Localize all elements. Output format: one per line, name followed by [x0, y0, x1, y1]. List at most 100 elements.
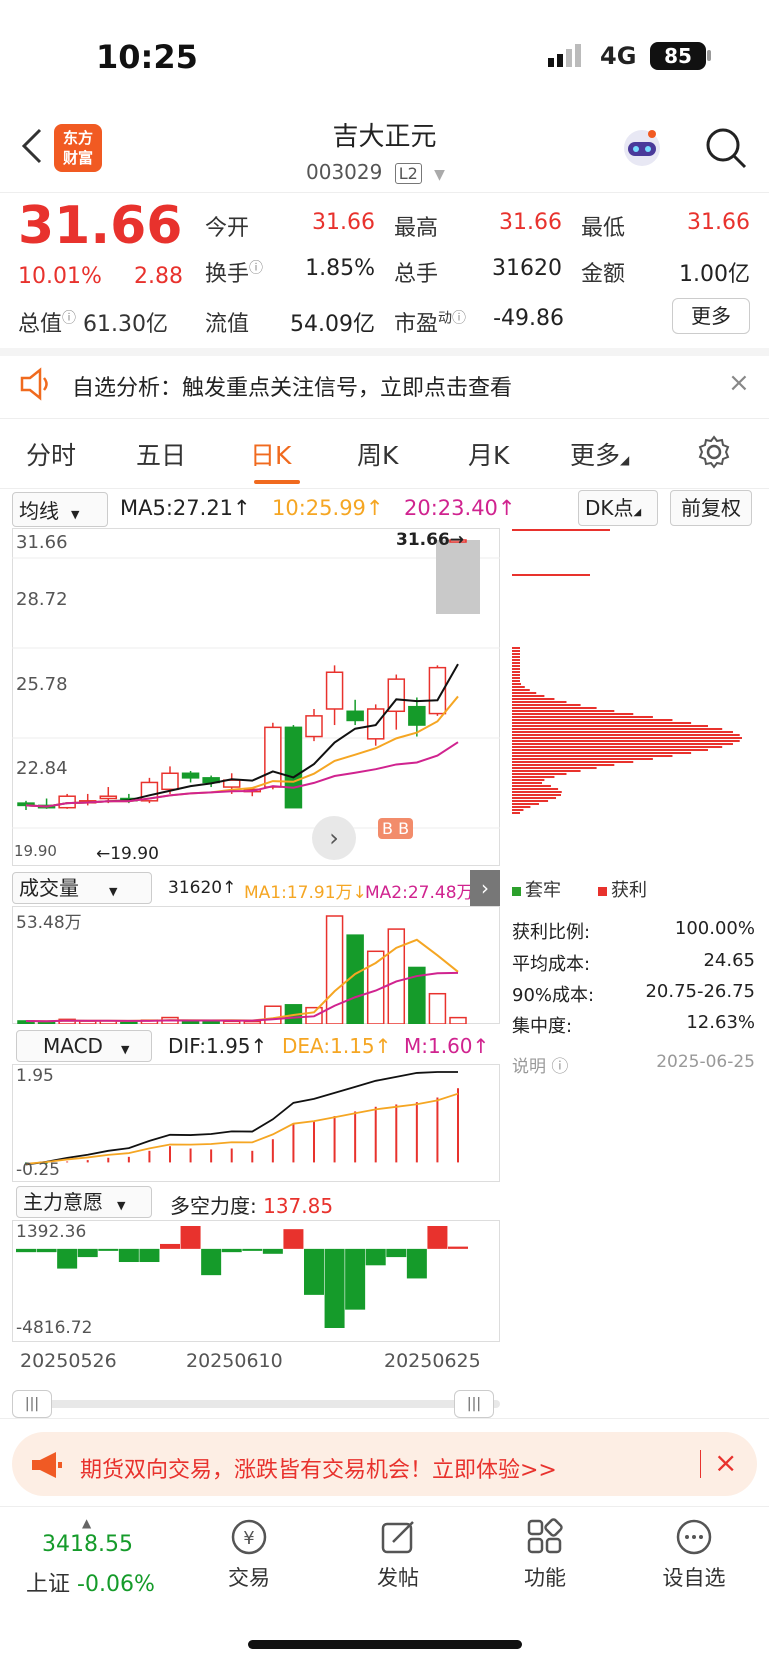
volume-bar: [120, 1021, 138, 1024]
tab-weekly-k[interactable]: 周K: [357, 436, 398, 472]
chevron-down-icon: ▼: [434, 167, 445, 183]
ma20-line: [25, 741, 459, 808]
battery-level: 85: [664, 44, 692, 68]
next-arrow-button[interactable]: ›: [312, 816, 356, 860]
tab-5day[interactable]: 五日: [136, 436, 186, 472]
stock-code-text: 003029: [306, 160, 383, 184]
volume-value: 31620: [492, 256, 562, 281]
dk-point-select[interactable]: DK点◢: [578, 490, 658, 526]
stock-code[interactable]: 003029 L2 ▼: [306, 160, 445, 184]
force-bar: [448, 1246, 468, 1249]
change-value: 2.88: [134, 264, 183, 289]
chevron-down-icon: ▼: [71, 508, 80, 521]
close-icon[interactable]: ×: [728, 368, 750, 398]
volume-select-label: 成交量: [19, 876, 79, 900]
expand-arrow-button[interactable]: ›: [470, 870, 500, 906]
pe-label-text: 市盈: [394, 312, 439, 337]
nav-add-watchlist[interactable]: 设自选: [654, 1516, 734, 1596]
tab-monthly-k[interactable]: 月K: [468, 436, 509, 472]
ad-close-icon[interactable]: ×: [714, 1446, 737, 1479]
macd-select-label: MACD: [43, 1034, 103, 1058]
force-bar: [365, 1248, 386, 1266]
tab-intraday[interactable]: 分时: [26, 436, 76, 472]
robot-icon[interactable]: [620, 126, 664, 170]
force-select[interactable]: 主力意愿 ▼: [16, 1186, 152, 1218]
price-tick: 22.84: [16, 758, 68, 779]
speaker-icon: [18, 366, 54, 402]
more-button[interactable]: 更多: [672, 298, 750, 334]
force-bar: [57, 1248, 78, 1269]
force-bottom-label: -4816.72: [16, 1318, 93, 1338]
mktcap-info[interactable]: 总值ⓘ 61.30亿: [18, 306, 168, 338]
yuan-icon: ¥: [231, 1519, 267, 1555]
chip-value: 24.65: [703, 950, 755, 971]
volume-select[interactable]: 成交量 ▼: [12, 872, 152, 904]
tab-more[interactable]: 更多◢: [570, 436, 629, 472]
chip-date: 2025-06-25: [656, 1052, 755, 1072]
range-handle-right[interactable]: |||: [454, 1390, 494, 1418]
home-indicator: [248, 1640, 522, 1649]
chip-label: 获利比例:: [512, 922, 591, 943]
chevron-down-icon: ▼: [120, 1043, 130, 1056]
low-price-label: ←19.90: [96, 844, 159, 864]
m-label: M:1.60↑: [404, 1034, 490, 1058]
nav-post-label: 发帖: [377, 1566, 419, 1590]
info-icon: ⓘ: [551, 1057, 569, 1077]
pe-value: -49.86: [493, 306, 564, 331]
open-value: 31.66: [312, 210, 375, 235]
settings-icon[interactable]: [696, 434, 732, 470]
chevron-down-icon: ▼: [117, 1199, 126, 1212]
legend-swatch: [598, 887, 607, 896]
volume-bar: [264, 1005, 282, 1024]
date-label: 20250526: [20, 1350, 117, 1372]
turnover-label-text: 换手: [205, 262, 250, 287]
dea-label: DEA:1.15↑: [282, 1034, 392, 1058]
info-icon: ⓘ: [452, 310, 467, 327]
nav-function[interactable]: 功能: [510, 1516, 580, 1596]
low-label: 最低: [581, 216, 626, 241]
indicator-select-label: 均线: [19, 499, 59, 523]
nav-post[interactable]: 发帖: [363, 1516, 433, 1596]
volume-bar: [387, 928, 406, 1024]
range-track[interactable]: [12, 1400, 500, 1408]
float-label: 流值: [205, 312, 250, 337]
index-ticker[interactable]: ▲ 3418.55 上证 -0.06%: [18, 1516, 178, 1597]
volume-bar: [449, 1016, 467, 1024]
vol-ma1-label: MA1:17.91万↓: [244, 883, 367, 903]
indicator-select[interactable]: 均线 ▼: [12, 492, 108, 527]
nav-add-watchlist-label: 设自选: [662, 1566, 726, 1590]
date-label: 20250610: [186, 1350, 283, 1372]
tab-more-label: 更多: [570, 441, 621, 470]
force-bar: [427, 1226, 448, 1249]
chip-note-label: 说明: [512, 1057, 546, 1077]
price-tick: 25.78: [16, 674, 68, 695]
chip-note[interactable]: 说明 ⓘ: [512, 1052, 568, 1077]
volume-bar: [243, 1020, 262, 1024]
high-label: 最高: [394, 216, 439, 241]
range-handle-left[interactable]: |||: [12, 1390, 52, 1418]
kline-svg: [12, 539, 500, 829]
force-bar: [98, 1248, 119, 1251]
pe-label[interactable]: 市盈动ⓘ: [394, 306, 466, 338]
macd-select[interactable]: MACD ▼: [16, 1030, 152, 1062]
force-value: 137.85: [263, 1194, 334, 1218]
level-badge: L2: [394, 163, 422, 184]
force-bar: [201, 1248, 222, 1276]
buy-marker: B B: [378, 818, 414, 839]
chip-label: 90%成本:: [512, 985, 595, 1006]
force-bar: [36, 1248, 57, 1253]
analysis-banner[interactable]: 自选分析：触发重点关注信号，立即点击查看: [72, 370, 512, 402]
candle-body: [408, 705, 426, 726]
search-icon[interactable]: [704, 126, 748, 170]
caret-icon: ◢: [620, 453, 630, 467]
index-change: -0.06%: [77, 1572, 155, 1597]
adjust-button[interactable]: 前复权: [670, 490, 752, 526]
volume-bar: [428, 992, 447, 1024]
tab-daily-k[interactable]: 日K: [250, 436, 291, 472]
low-value: 31.66: [687, 210, 750, 235]
force-bar: [16, 1248, 36, 1253]
nav-trade[interactable]: ¥ 交易: [214, 1516, 284, 1596]
price-tick: 28.72: [16, 589, 68, 610]
network-type: 4G: [600, 42, 637, 70]
chip-value: 12.63%: [686, 1012, 755, 1033]
